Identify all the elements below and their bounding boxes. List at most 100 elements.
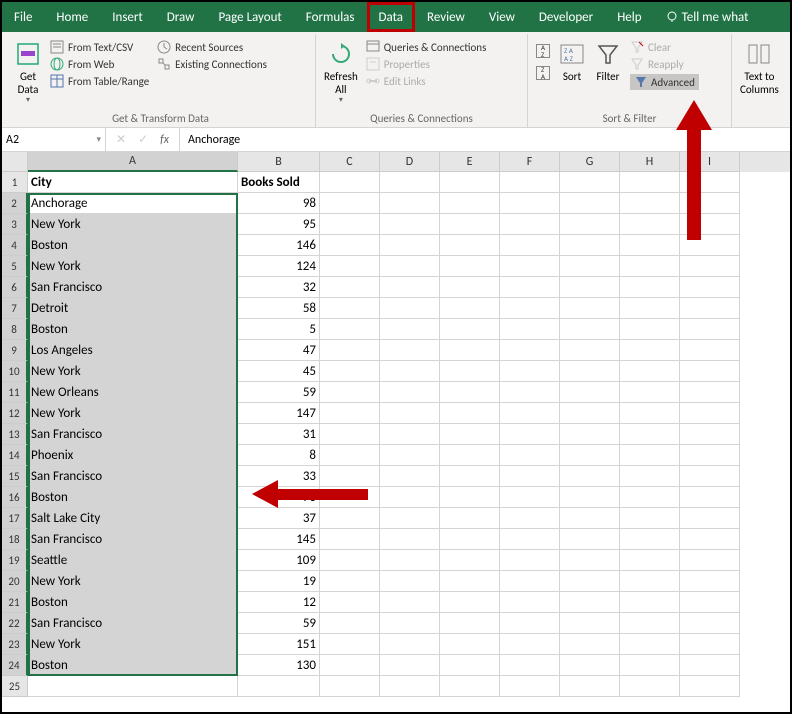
text-to-columns-button[interactable]: Text to Columns: [736, 38, 783, 98]
cell[interactable]: [500, 655, 560, 676]
row-header[interactable]: 9: [2, 340, 28, 361]
tab-tell-me-what[interactable]: Tell me what: [654, 2, 761, 32]
row-header[interactable]: 13: [2, 424, 28, 445]
row-header[interactable]: 22: [2, 613, 28, 634]
cell[interactable]: [560, 550, 620, 571]
col-header-H[interactable]: H: [620, 152, 680, 172]
cell[interactable]: [620, 256, 680, 277]
cell[interactable]: [560, 445, 620, 466]
cell[interactable]: [680, 571, 740, 592]
col-header-D[interactable]: D: [380, 152, 440, 172]
cell[interactable]: [680, 445, 740, 466]
cell[interactable]: [620, 340, 680, 361]
cell[interactable]: [380, 466, 440, 487]
cell[interactable]: [380, 655, 440, 676]
filter-button[interactable]: Filter: [590, 38, 626, 85]
cell[interactable]: [380, 277, 440, 298]
cell[interactable]: [320, 382, 380, 403]
cell[interactable]: [440, 382, 500, 403]
cell[interactable]: [440, 277, 500, 298]
cell[interactable]: [560, 613, 620, 634]
cell[interactable]: Anchorage: [28, 193, 238, 214]
cell[interactable]: [380, 382, 440, 403]
cell[interactable]: [620, 319, 680, 340]
cell[interactable]: [680, 508, 740, 529]
cell[interactable]: [320, 424, 380, 445]
cell[interactable]: [560, 634, 620, 655]
cell[interactable]: [500, 529, 560, 550]
cell[interactable]: 95: [238, 214, 320, 235]
cell[interactable]: [320, 193, 380, 214]
cell[interactable]: [380, 340, 440, 361]
cell[interactable]: [440, 361, 500, 382]
row-header[interactable]: 11: [2, 382, 28, 403]
row-header[interactable]: 5: [2, 256, 28, 277]
cell[interactable]: [560, 466, 620, 487]
cell[interactable]: [620, 361, 680, 382]
cell[interactable]: [320, 235, 380, 256]
cell[interactable]: [620, 655, 680, 676]
tab-file[interactable]: File: [2, 2, 44, 32]
cell[interactable]: [620, 298, 680, 319]
cell[interactable]: [500, 424, 560, 445]
cell[interactable]: [380, 403, 440, 424]
cell[interactable]: [620, 676, 680, 697]
name-box[interactable]: A2: [2, 128, 106, 151]
row-header[interactable]: 18: [2, 529, 28, 550]
cell[interactable]: [620, 214, 680, 235]
cell[interactable]: 45: [238, 361, 320, 382]
tab-view[interactable]: View: [477, 2, 527, 32]
cell[interactable]: [440, 634, 500, 655]
cell[interactable]: New York: [28, 214, 238, 235]
cell[interactable]: [320, 634, 380, 655]
recent-sources-button[interactable]: Recent Sources: [157, 40, 267, 54]
cell[interactable]: [380, 235, 440, 256]
cell[interactable]: [320, 655, 380, 676]
cell[interactable]: [238, 676, 320, 697]
cell[interactable]: [680, 298, 740, 319]
cell[interactable]: [680, 634, 740, 655]
row-header[interactable]: 14: [2, 445, 28, 466]
cell[interactable]: [440, 298, 500, 319]
cell[interactable]: [440, 529, 500, 550]
cell[interactable]: [440, 508, 500, 529]
tab-developer[interactable]: Developer: [527, 2, 605, 32]
col-header-E[interactable]: E: [440, 152, 500, 172]
row-header[interactable]: 20: [2, 571, 28, 592]
cell[interactable]: New York: [28, 361, 238, 382]
cell[interactable]: [500, 277, 560, 298]
cell[interactable]: [560, 424, 620, 445]
select-all-corner[interactable]: [2, 152, 28, 172]
cell[interactable]: Los Angeles: [28, 340, 238, 361]
cell[interactable]: Boston: [28, 235, 238, 256]
cell[interactable]: New York: [28, 634, 238, 655]
cell[interactable]: [680, 403, 740, 424]
cell[interactable]: 33: [238, 466, 320, 487]
cell[interactable]: [680, 550, 740, 571]
cell[interactable]: [500, 361, 560, 382]
cell[interactable]: [680, 319, 740, 340]
cell[interactable]: New York: [28, 256, 238, 277]
cell[interactable]: [560, 319, 620, 340]
cell[interactable]: [440, 235, 500, 256]
cell[interactable]: 37: [238, 508, 320, 529]
tab-home[interactable]: Home: [44, 2, 100, 32]
enter-formula-icon[interactable]: ✓: [138, 132, 148, 147]
cell[interactable]: [28, 676, 238, 697]
cell[interactable]: [380, 193, 440, 214]
cell[interactable]: [680, 424, 740, 445]
cell[interactable]: [620, 424, 680, 445]
cell[interactable]: [320, 172, 380, 193]
cell[interactable]: City: [28, 172, 238, 193]
cell[interactable]: [620, 403, 680, 424]
row-header[interactable]: 24: [2, 655, 28, 676]
cell[interactable]: [500, 613, 560, 634]
cell[interactable]: [620, 382, 680, 403]
cell[interactable]: Seattle: [28, 550, 238, 571]
cell[interactable]: [620, 193, 680, 214]
tab-draw[interactable]: Draw: [155, 2, 207, 32]
cell[interactable]: [680, 277, 740, 298]
cell[interactable]: [500, 340, 560, 361]
cell[interactable]: New Orleans: [28, 382, 238, 403]
cell[interactable]: [680, 172, 740, 193]
